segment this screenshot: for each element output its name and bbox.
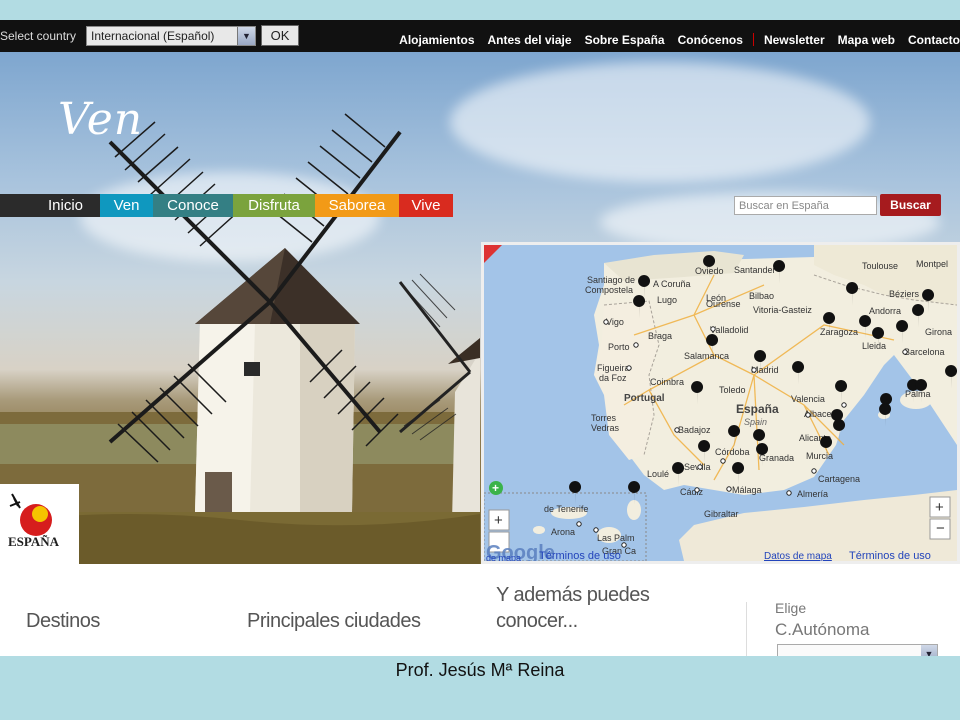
slide-credit: Prof. Jesús Mª Reina [395,660,565,680]
svg-text:Braga: Braga [648,331,672,341]
nav-item-ven[interactable]: Ven [100,194,153,217]
map-canvas[interactable]: Santiago de Compostela A Coruña Lugo Our… [484,245,957,561]
svg-text:Lugo: Lugo [657,295,677,305]
svg-text:Badajoz: Badajoz [678,425,711,435]
svg-text:Santander: Santander [734,265,776,275]
search-button[interactable]: Buscar [880,194,941,216]
svg-text:Loulé: Loulé [647,469,669,479]
nav-item-vive[interactable]: Vive [399,194,453,217]
svg-text:Girona: Girona [925,327,952,337]
svg-text:Santiago de: Santiago de [587,275,635,285]
link-newsletter[interactable]: Newsletter [764,33,825,47]
search-input[interactable]: Buscar en España [734,196,877,215]
map-label-portugal: Portugal [624,393,665,404]
svg-text:Bilbao: Bilbao [749,291,774,301]
page-title: Ven [58,94,144,145]
svg-text:da Foz: da Foz [599,373,627,383]
link-alojamientos[interactable]: Alojamientos [399,33,474,47]
svg-text:Barcelona: Barcelona [904,347,945,357]
svg-text:de Tenerife: de Tenerife [544,504,588,514]
svg-text:Sevilla: Sevilla [684,462,711,472]
country-selected-value: Internacional (Español) [91,29,215,43]
nav-item-conoce[interactable]: Conoce [153,194,233,217]
nav-item-disfruta[interactable]: Disfruta [233,194,315,217]
svg-text:A Coruña: A Coruña [653,279,691,289]
ademas-heading-line2[interactable]: conocer... [496,610,578,633]
hero-banner: Ven Inicio Ven Conoce Disfruta Saborea V… [0,52,960,564]
column-divider [746,602,747,656]
svg-text:Montpel: Montpel [916,259,948,269]
svg-text:Valladolid: Valladolid [710,325,748,335]
svg-text:Toulouse: Toulouse [862,261,898,271]
map-label-espana: España [736,402,779,416]
svg-text:Palma: Palma [905,389,931,399]
svg-text:+: + [494,512,503,529]
svg-text:Murcia: Murcia [806,451,833,461]
country-select[interactable]: Internacional (Español) ▼ [86,26,256,46]
svg-text:+: + [492,481,499,495]
destinos-heading[interactable]: Destinos [26,610,100,633]
link-mapa-web[interactable]: Mapa web [838,33,895,47]
bottom-section: Destinos Principales ciudades Y además p… [0,564,960,656]
svg-text:Cartagena: Cartagena [818,474,860,484]
cloud [450,62,870,182]
comunidad-autonoma-label: C.Autónoma [775,620,870,639]
svg-text:Vedras: Vedras [591,423,620,433]
main-nav: Inicio Ven Conoce Disfruta Saborea Vive [0,194,453,217]
chevron-down-icon: ▼ [921,645,937,656]
svg-text:+: + [935,499,944,516]
link-conocenos[interactable]: Conócenos [678,33,743,47]
top-bar: Select country Internacional (Español) ▼… [0,20,960,52]
principales-ciudades-heading[interactable]: Principales ciudades [247,610,421,633]
svg-text:Términos de uso: Términos de uso [539,550,621,561]
svg-text:Córdoba: Córdoba [715,447,750,457]
svg-text:Spain: Spain [744,417,767,427]
nav-item-saborea[interactable]: Saborea [315,194,399,217]
svg-text:Béziers: Béziers [889,289,920,299]
website-screenshot: Select country Internacional (Español) ▼… [0,20,960,656]
svg-text:Lleida: Lleida [862,341,886,351]
nav-item-inicio[interactable]: Inicio [0,194,100,217]
link-separator [752,33,754,46]
svg-text:−: − [936,520,945,537]
svg-text:Coimbra: Coimbra [650,377,684,387]
svg-text:Toledo: Toledo [719,385,746,395]
svg-text:Compostela: Compostela [585,285,633,295]
map-widget[interactable]: Santiago de Compostela A Coruña Lugo Our… [481,242,960,564]
comunidad-select[interactable]: ▼ [777,644,938,656]
link-sobre-espana[interactable]: Sobre España [585,33,665,47]
chevron-down-icon: ▼ [237,27,255,45]
elige-label: Elige [775,600,807,616]
svg-text:Las Palm: Las Palm [597,533,635,543]
link-contacto[interactable]: Contacto [908,33,960,47]
svg-text:Almería: Almería [797,489,828,499]
svg-text:de mapa: de mapa [486,553,521,561]
svg-text:Salamanca: Salamanca [684,351,729,361]
spain-logo[interactable]: ESPAÑA [0,484,79,564]
svg-text:Vitoria-Gasteiz: Vitoria-Gasteiz [753,305,812,315]
svg-text:Datos de mapa: Datos de mapa [764,551,832,561]
svg-text:Torres: Torres [591,413,617,423]
map-corner-flag-icon[interactable] [484,245,502,263]
top-links: Alojamientos Antes del viaje Sobre Españ… [386,33,960,47]
svg-text:Andorra: Andorra [869,306,901,316]
svg-text:León: León [706,293,726,303]
svg-text:Figueira: Figueira [597,363,630,373]
svg-text:Cádiz: Cádiz [680,487,704,497]
ok-button[interactable]: OK [261,25,299,46]
svg-text:Términos de uso: Términos de uso [849,550,931,561]
svg-text:Porto: Porto [608,342,630,352]
svg-text:Gibraltar: Gibraltar [704,509,739,519]
svg-text:Zaragoza: Zaragoza [820,327,858,337]
svg-text:Málaga: Málaga [732,485,762,495]
svg-text:Oviedo: Oviedo [695,266,724,276]
svg-text:Arona: Arona [551,527,575,537]
ademas-heading-line1[interactable]: Y además puedes [496,584,650,607]
svg-text:ESPAÑA: ESPAÑA [8,534,60,549]
country-label: Select country [0,29,77,43]
link-antes-del-viaje[interactable]: Antes del viaje [488,33,572,47]
svg-text:Valencia: Valencia [791,394,825,404]
